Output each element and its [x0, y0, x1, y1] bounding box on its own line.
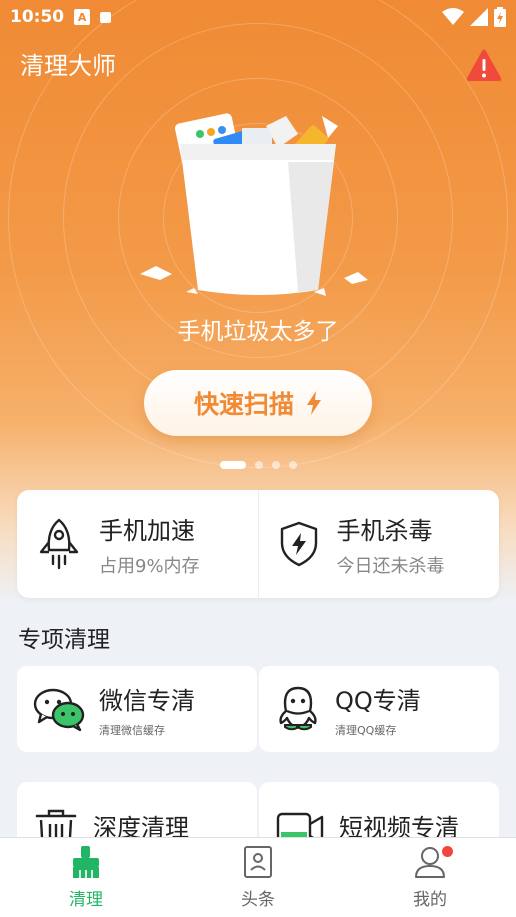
tab-news-label: 头条 [241, 890, 275, 910]
wifi-icon [442, 8, 464, 25]
tab-clean[interactable]: 清理 [0, 838, 172, 917]
battery-icon [494, 7, 506, 27]
signal-icon [470, 8, 488, 26]
phone-boost-title: 手机加速 [99, 516, 195, 545]
news-icon [244, 846, 272, 878]
tab-news[interactable]: 头条 [172, 838, 344, 917]
page-dot [288, 461, 297, 469]
quick-scan-label: 快速扫描 [193, 390, 294, 419]
page-dot-active [219, 461, 246, 469]
qq-clean-title: QQ专清 [335, 686, 421, 715]
phone-boost-subtitle: 占用9%内存 [99, 555, 200, 577]
bottom-tab-bar: 清理 头条 我的 [0, 837, 516, 917]
status-bar: 10:50 A [0, 0, 516, 34]
wechat-clean-title: 微信专清 [99, 686, 195, 715]
notification-a-icon: A [74, 9, 91, 25]
notification-square-icon [100, 11, 112, 23]
antivirus-button[interactable]: 手机杀毒 今日还未杀毒 [257, 490, 500, 598]
page-indicator [0, 461, 516, 469]
qq-clean-subtitle: 清理QQ缓存 [335, 723, 397, 737]
qq-clean-card[interactable]: QQ专清 清理QQ缓存 [259, 666, 499, 752]
tab-clean-label: 清理 [69, 890, 103, 910]
tab-mine-label: 我的 [413, 890, 447, 910]
antivirus-title: 手机杀毒 [336, 516, 433, 545]
lightning-icon [307, 391, 321, 415]
quick-scan-button[interactable]: 快速扫描 [144, 370, 372, 436]
rocket-icon [39, 518, 79, 570]
page-dot [271, 461, 280, 469]
page-dot [254, 461, 263, 469]
notification-badge [442, 846, 453, 857]
phone-boost-button[interactable]: 手机加速 占用9%内存 [17, 490, 258, 598]
wechat-clean-card[interactable]: 微信专清 清理微信缓存 [17, 666, 257, 752]
wechat-icon [33, 688, 85, 731]
quick-actions-card: 手机加速 占用9%内存 手机杀毒 今日还未杀毒 [17, 490, 499, 598]
trash-bin-illustration [140, 113, 368, 296]
status-time: 10:50 [10, 7, 65, 27]
antivirus-subtitle: 今日还未杀毒 [336, 555, 445, 577]
wechat-clean-subtitle: 清理微信缓存 [99, 723, 165, 737]
broom-icon [73, 846, 99, 878]
warning-icon[interactable] [466, 48, 502, 82]
qq-icon [279, 686, 317, 731]
hero-message: 手机垃圾太多了 [177, 319, 339, 345]
section-title: 专项清理 [18, 627, 110, 653]
app-title: 清理大师 [20, 52, 116, 80]
tab-mine[interactable]: 我的 [344, 838, 516, 917]
shield-icon [280, 521, 317, 567]
